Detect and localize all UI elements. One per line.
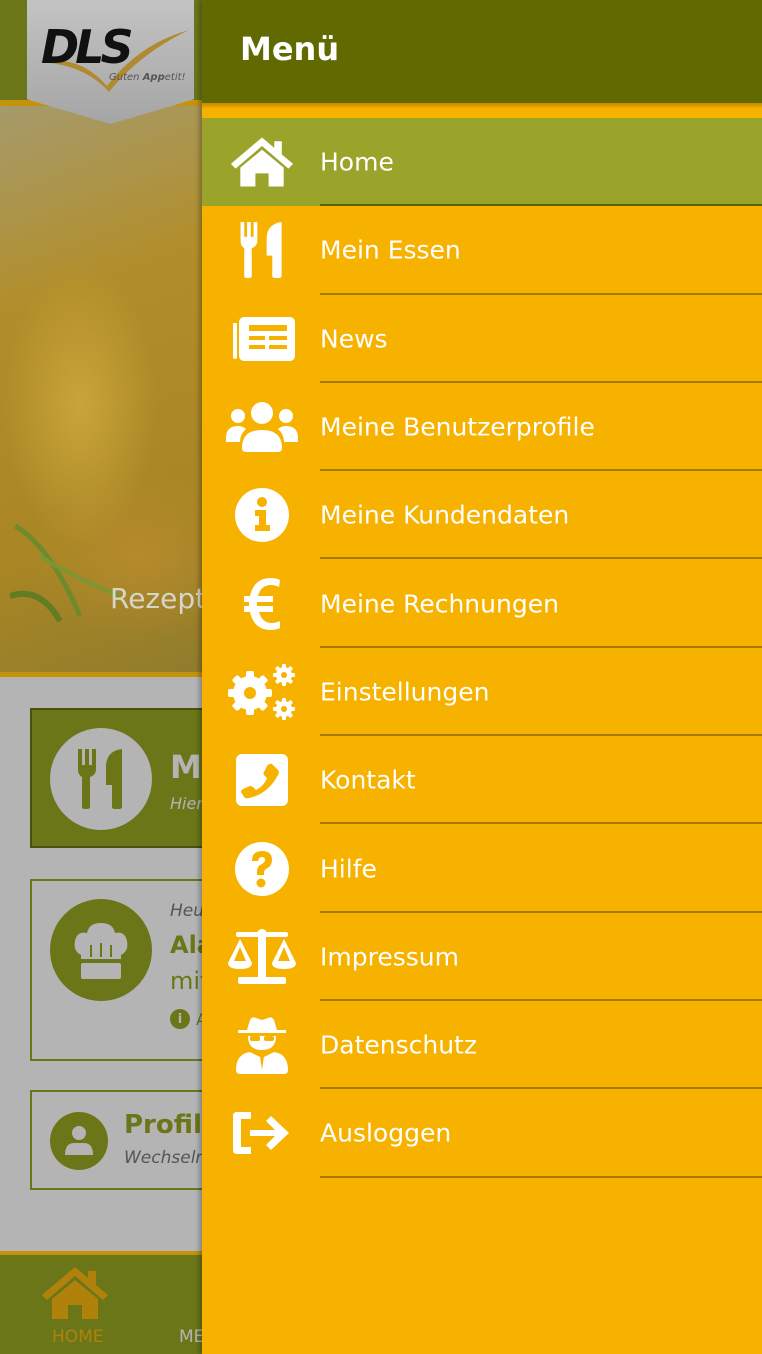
bottom-nav-home[interactable]: HOME bbox=[0, 1255, 150, 1354]
menu-item-help[interactable]: Hilfe bbox=[202, 824, 762, 913]
menu-item-label: Home bbox=[320, 147, 394, 177]
menu-item-label: Einstellungen bbox=[320, 677, 490, 707]
phone-square-icon bbox=[226, 750, 298, 810]
card-overline: Heu bbox=[170, 901, 205, 921]
navigation-drawer: Menü Home Mein Essen News Meine Benutzer… bbox=[202, 0, 762, 1354]
card-subtitle: Hier bbox=[170, 794, 203, 813]
users-icon bbox=[226, 397, 298, 457]
menu-item-label: Meine Kundendaten bbox=[320, 500, 570, 530]
menu-item-label: Hilfe bbox=[320, 854, 377, 884]
menu-item-label: Meine Rechnungen bbox=[320, 589, 559, 619]
menu-item-user-profiles[interactable]: Meine Benutzerprofile bbox=[202, 383, 762, 472]
menu-item-label: Meine Benutzerprofile bbox=[320, 412, 595, 442]
home-icon bbox=[226, 132, 298, 192]
user-icon bbox=[65, 1126, 93, 1155]
newspaper-icon bbox=[226, 309, 298, 369]
question-circle-icon bbox=[226, 839, 298, 899]
balance-scale-icon bbox=[226, 927, 298, 987]
menu-item-label: News bbox=[320, 324, 388, 354]
logo: DLS Guten Appetit! bbox=[27, 0, 194, 124]
menu-item-logout[interactable]: Ausloggen bbox=[202, 1089, 762, 1178]
logo-mark: DLS bbox=[41, 20, 134, 74]
info-circle-icon bbox=[226, 485, 298, 545]
info-icon: i bbox=[170, 1009, 190, 1029]
menu-item-news[interactable]: News bbox=[202, 295, 762, 384]
cutlery-icon bbox=[226, 220, 298, 280]
card-icon-circle bbox=[50, 899, 152, 1001]
card-icon-circle bbox=[50, 1112, 108, 1170]
chef-hat-icon bbox=[74, 923, 128, 979]
menu-item-imprint[interactable]: Impressum bbox=[202, 913, 762, 1002]
menu-item-customer-data[interactable]: Meine Kundendaten bbox=[202, 471, 762, 560]
home-icon bbox=[42, 1267, 108, 1319]
drawer-title: Menü bbox=[240, 30, 340, 68]
card-subtitle: Wechseln bbox=[124, 1148, 207, 1168]
cutlery-icon bbox=[78, 749, 122, 809]
menu-item-privacy[interactable]: Datenschutz bbox=[202, 1001, 762, 1090]
logo-tagline: Guten Appetit! bbox=[109, 72, 186, 83]
menu-item-invoices[interactable]: Meine Rechnungen bbox=[202, 559, 762, 649]
cogs-icon bbox=[226, 662, 298, 722]
user-secret-icon bbox=[226, 1015, 298, 1075]
card-title: Profil bbox=[124, 1110, 202, 1140]
menu-item-label: Ausloggen bbox=[320, 1118, 452, 1148]
menu-item-my-food[interactable]: Mein Essen bbox=[202, 206, 762, 295]
menu-item-label: Kontakt bbox=[320, 765, 416, 795]
euro-icon bbox=[226, 574, 298, 634]
menu-item-home[interactable]: Home bbox=[202, 118, 762, 207]
drawer-header-divider bbox=[202, 103, 762, 109]
sign-out-icon bbox=[226, 1103, 298, 1163]
menu-item-label: Mein Essen bbox=[320, 235, 461, 265]
drawer-menu: Home Mein Essen News Meine Benutzerprofi… bbox=[202, 118, 762, 1178]
menu-item-settings[interactable]: Einstellungen bbox=[202, 648, 762, 737]
bottom-nav-label: ME bbox=[179, 1327, 205, 1347]
menu-item-label: Impressum bbox=[320, 942, 459, 972]
drawer-header: Menü bbox=[202, 0, 762, 103]
menu-item-label: Datenschutz bbox=[320, 1030, 477, 1060]
card-icon-circle bbox=[50, 728, 152, 830]
hero-caption: Rezept bbox=[110, 582, 207, 615]
bottom-nav-label: HOME bbox=[52, 1327, 104, 1347]
menu-item-contact[interactable]: Kontakt bbox=[202, 736, 762, 825]
